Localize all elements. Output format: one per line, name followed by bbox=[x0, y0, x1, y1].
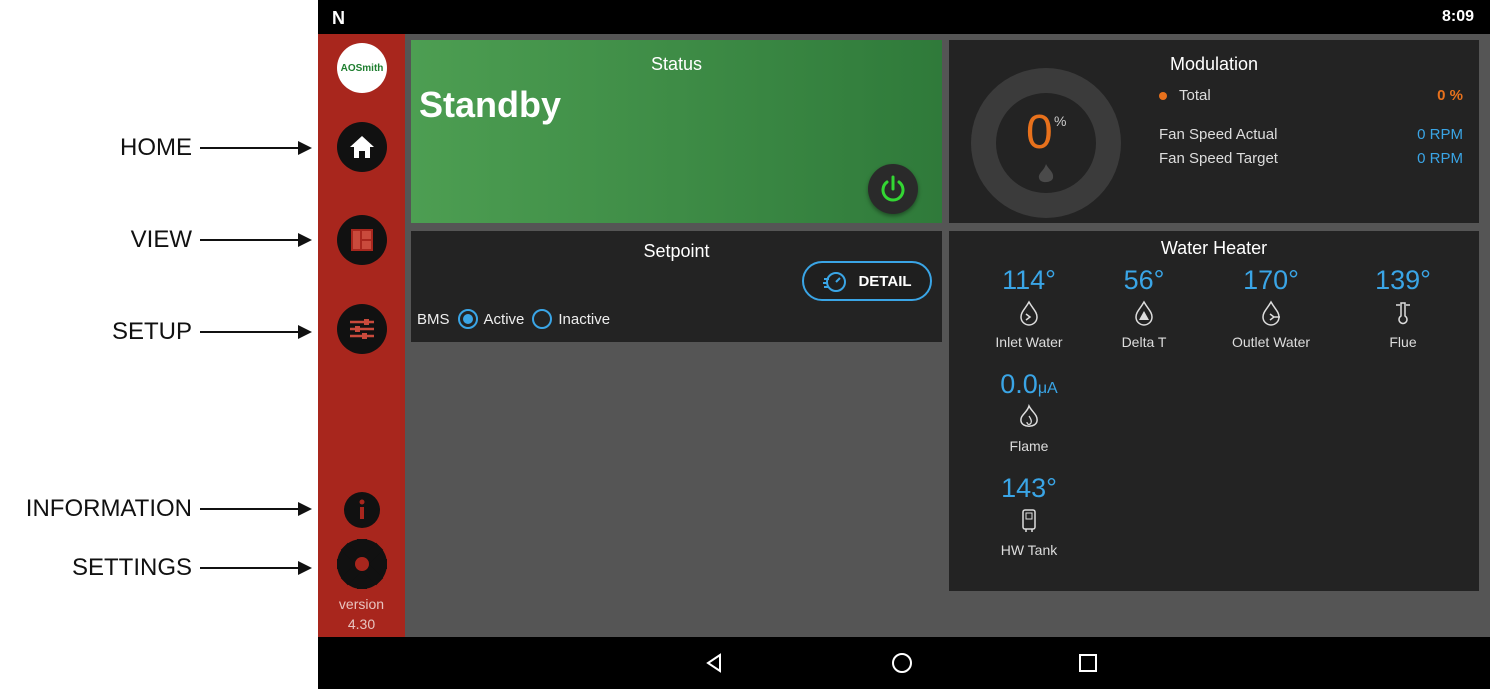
stopwatch-icon bbox=[823, 272, 847, 292]
bms-mode-group: BMS Active Inactive bbox=[417, 309, 610, 329]
modulation-row-label: Fan Speed Target bbox=[1159, 150, 1278, 167]
status-panel: Status Standby bbox=[411, 40, 942, 223]
total-indicator-dot bbox=[1159, 92, 1167, 101]
modulation-panel: Modulation 0 % Total 0 % Fan Speed Actua… bbox=[949, 40, 1479, 223]
sensor-label: Flame bbox=[1009, 438, 1049, 454]
version-label: version bbox=[338, 596, 385, 612]
flame-icon bbox=[1020, 404, 1038, 427]
setup-button[interactable] bbox=[337, 304, 387, 354]
system-status-bar: N 8:09 bbox=[318, 0, 1490, 34]
detail-button-label: DETAIL bbox=[858, 272, 912, 290]
annotation-view: VIEW bbox=[0, 225, 318, 255]
sensor-flue: 139° Flue bbox=[1343, 265, 1463, 350]
sensor-value: 139° bbox=[1375, 265, 1431, 295]
modulation-gauge: 0 % bbox=[971, 68, 1121, 218]
annotation-information: INFORMATION bbox=[0, 494, 318, 524]
sliders-icon bbox=[350, 319, 374, 339]
thermometer-icon bbox=[1396, 302, 1410, 325]
sensor-value: 114° bbox=[1002, 265, 1056, 295]
version-info: version 4.30 bbox=[318, 594, 405, 634]
gear-icon bbox=[337, 539, 387, 589]
sensor-flame: 0.0μA Flame bbox=[969, 369, 1089, 454]
status-title: Status bbox=[650, 54, 703, 74]
sensor-value: 170° bbox=[1243, 265, 1299, 295]
annotation-home: HOME bbox=[0, 133, 318, 163]
tank-icon bbox=[1022, 509, 1036, 532]
back-icon[interactable] bbox=[703, 651, 725, 675]
modulation-row-fan-actual: Fan Speed Actual 0 RPM bbox=[1159, 126, 1471, 143]
home-icon bbox=[350, 136, 374, 158]
water-heater-title: Water Heater bbox=[1160, 238, 1268, 258]
gauge-value: 0 bbox=[1026, 106, 1053, 159]
annotation-label: HOME bbox=[120, 134, 192, 161]
modulation-row-value: 0 RPM bbox=[1417, 126, 1463, 143]
annotation-label: SETTINGS bbox=[71, 554, 192, 581]
flame-icon bbox=[1038, 164, 1054, 183]
sensor-label: Flue bbox=[1389, 334, 1417, 350]
view-button[interactable] bbox=[337, 215, 387, 265]
sensor-label: HW Tank bbox=[1000, 542, 1058, 558]
sensor-value: 143° bbox=[1001, 473, 1057, 503]
modulation-row-label: Fan Speed Actual bbox=[1159, 126, 1278, 143]
annotation-arrow bbox=[200, 325, 312, 339]
status-value: Standby bbox=[419, 84, 562, 125]
modulation-row-total: Total 0 % bbox=[1159, 87, 1471, 104]
sensor-value-number: 0.0 bbox=[1000, 369, 1038, 399]
device-screen: N 8:09 AOSmith version 4.30 Status Stand… bbox=[318, 0, 1490, 689]
modulation-row-label: Total bbox=[1179, 87, 1211, 104]
delta-drop-icon bbox=[1135, 300, 1153, 326]
annotation-label: VIEW bbox=[130, 226, 192, 253]
sensor-value-unit: μA bbox=[1037, 380, 1058, 397]
bms-label: BMS bbox=[417, 310, 450, 328]
info-icon bbox=[359, 499, 365, 519]
information-button[interactable] bbox=[344, 492, 380, 528]
annotation-arrow bbox=[200, 233, 312, 247]
annotation-arrow bbox=[200, 141, 312, 155]
home-nav-icon[interactable] bbox=[890, 651, 914, 675]
annotation-arrow bbox=[200, 502, 312, 516]
gauge-unit: % bbox=[1054, 113, 1067, 129]
recents-icon[interactable] bbox=[1077, 651, 1099, 675]
annotation-arrow bbox=[200, 561, 312, 575]
bms-active-radio[interactable] bbox=[457, 309, 478, 329]
sidebar: AOSmith version 4.30 bbox=[318, 34, 405, 637]
settings-button[interactable] bbox=[337, 539, 387, 589]
notification-logo: N bbox=[332, 8, 345, 28]
sensor-value: 0.0μA bbox=[969, 369, 1089, 400]
brand-logo-text: AOSmith bbox=[340, 62, 384, 74]
home-button[interactable] bbox=[337, 122, 387, 172]
sensor-outlet-water: 170° Outlet Water bbox=[1211, 265, 1331, 350]
power-icon bbox=[881, 175, 905, 202]
sensor-label: Delta T bbox=[1121, 334, 1167, 350]
modulation-row-fan-target: Fan Speed Target 0 RPM bbox=[1159, 150, 1471, 167]
water-heater-panel: Water Heater 114° Inlet Water 56° Delta … bbox=[949, 231, 1479, 591]
annotation-label: SETUP bbox=[111, 318, 192, 345]
main-content: Status Standby Modulation 0 % Total 0 % … bbox=[405, 34, 1490, 637]
modulation-row-value: 0 RPM bbox=[1417, 150, 1463, 167]
android-nav-bar bbox=[318, 637, 1490, 689]
bms-inactive-label: Inactive bbox=[558, 310, 611, 328]
bms-inactive-radio[interactable] bbox=[532, 309, 553, 329]
annotation-setup: SETUP bbox=[0, 317, 318, 347]
sensor-delta-t: 56° Delta T bbox=[1084, 265, 1204, 350]
brand-logo: AOSmith bbox=[337, 43, 387, 93]
bms-active-label: Active bbox=[483, 310, 525, 328]
annotation-label: INFORMATION bbox=[25, 495, 192, 522]
setpoint-panel: Setpoint DETAIL BMS Active Inactive bbox=[411, 231, 942, 342]
outlet-water-icon bbox=[1262, 300, 1280, 326]
sensor-label: Outlet Water bbox=[1231, 334, 1311, 350]
power-button[interactable] bbox=[868, 164, 918, 214]
sensor-inlet-water: 114° Inlet Water bbox=[969, 265, 1089, 350]
clock: 8:09 bbox=[1441, 8, 1474, 25]
sensor-value: 56° bbox=[1123, 265, 1165, 295]
detail-button[interactable]: DETAIL bbox=[802, 261, 932, 301]
modulation-row-value: 0 % bbox=[1437, 87, 1463, 104]
annotation-settings: SETTINGS bbox=[0, 553, 318, 583]
version-number: 4.30 bbox=[347, 616, 376, 632]
inlet-water-icon bbox=[1020, 300, 1038, 326]
layout-grid-icon bbox=[351, 229, 373, 251]
setpoint-title: Setpoint bbox=[643, 241, 710, 261]
sensor-hw-tank: 143° HW Tank bbox=[969, 473, 1089, 558]
sensor-label: Inlet Water bbox=[995, 334, 1063, 350]
